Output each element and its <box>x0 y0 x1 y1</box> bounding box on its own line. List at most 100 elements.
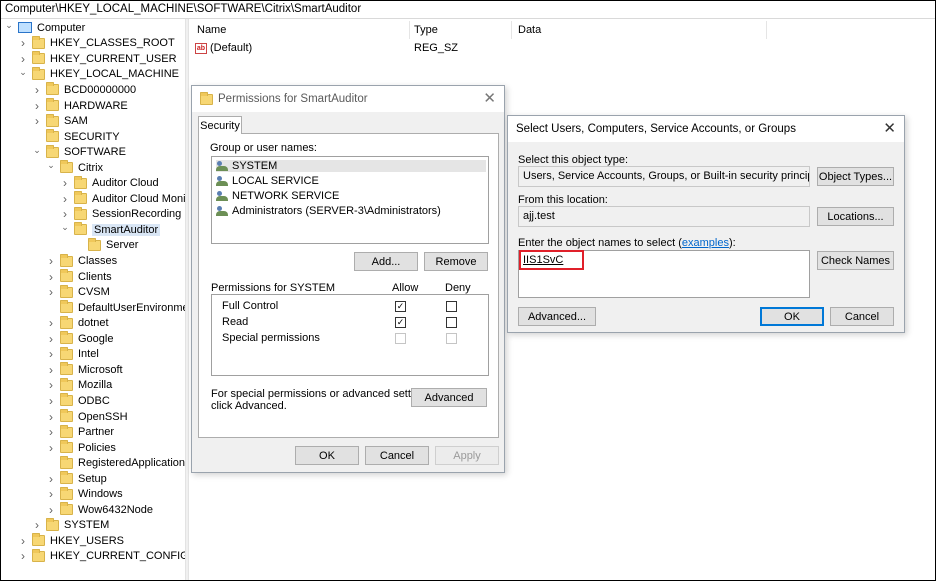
chevron-right-icon[interactable]: › <box>60 192 70 206</box>
cancel-button[interactable]: Cancel <box>830 307 894 326</box>
allow-checkbox[interactable] <box>395 333 406 344</box>
tree-item[interactable]: › Windows <box>46 486 123 503</box>
add-button[interactable]: Add... <box>354 252 418 271</box>
permissions-list[interactable]: Full Control ✓ Read ✓ Special permissions <box>211 294 489 376</box>
tree-item[interactable]: SECURITY <box>32 129 120 145</box>
tree-item[interactable]: › Policies <box>46 440 116 456</box>
user-list-item[interactable]: NETWORK SERVICE <box>216 190 339 202</box>
ok-button[interactable]: OK <box>295 446 359 465</box>
tree-item[interactable]: › Google <box>46 331 113 347</box>
remove-button[interactable]: Remove <box>424 252 488 271</box>
tree-item[interactable]: › HKEY_USERS <box>18 533 124 549</box>
column-separator[interactable] <box>409 21 410 39</box>
chevron-right-icon[interactable]: › <box>46 316 56 330</box>
chevron-right-icon[interactable]: › <box>46 425 56 439</box>
allow-checkbox[interactable]: ✓ <box>395 317 406 328</box>
tree-item[interactable]: › Wow6432Node <box>46 502 153 518</box>
user-list-item[interactable]: SYSTEM <box>216 160 486 172</box>
column-separator[interactable] <box>766 21 767 39</box>
tree-item[interactable]: ⌄ HKEY_LOCAL_MACHINE <box>18 66 179 83</box>
chevron-right-icon[interactable]: › <box>60 207 70 221</box>
chevron-right-icon[interactable]: › <box>46 332 56 346</box>
chevron-right-icon[interactable]: › <box>18 36 28 50</box>
tree-item[interactable]: › Mozilla <box>46 377 112 394</box>
tree-item[interactable]: › OpenSSH <box>46 409 128 425</box>
tree-item[interactable]: ⌄ SOFTWARE <box>32 144 126 160</box>
chevron-right-icon[interactable]: › <box>46 441 56 455</box>
tree-item[interactable]: › Intel <box>46 346 99 363</box>
tree-item[interactable]: DefaultUserEnvironmen <box>46 300 186 316</box>
chevron-right-icon[interactable]: › <box>32 83 42 97</box>
users-list[interactable]: SYSTEM LOCAL SERVICE NETWORK SERVICE Admini… <box>211 156 489 244</box>
close-icon[interactable]: ✕ <box>883 121 896 136</box>
chevron-right-icon[interactable]: › <box>46 254 56 268</box>
tree-item[interactable]: › Partner <box>46 424 114 440</box>
tree-item[interactable]: RegisteredApplications <box>46 455 186 471</box>
tree-item[interactable]: › HKEY_CURRENT_CONFIG <box>18 548 186 565</box>
chevron-right-icon[interactable]: › <box>46 270 56 284</box>
chevron-right-icon[interactable]: › <box>18 52 28 66</box>
registry-tree[interactable]: ⌄ Computer › HKEY_CLASSES_ROOT › HKEY_CURRENT… <box>1 19 186 580</box>
tab-security[interactable]: Security <box>198 116 242 134</box>
chevron-right-icon[interactable]: › <box>46 503 56 517</box>
chevron-right-icon[interactable]: › <box>46 410 56 424</box>
ok-button[interactable]: OK <box>760 307 824 326</box>
user-list-item[interactable]: LOCAL SERVICE <box>216 175 319 187</box>
user-list-item[interactable]: Administrators (SERVER-3\Administrators) <box>216 205 441 217</box>
close-icon[interactable]: ✕ <box>483 91 496 106</box>
examples-link[interactable]: examples <box>682 237 729 249</box>
tree-item[interactable]: › Clients <box>46 269 112 285</box>
chevron-down-icon[interactable]: ⌄ <box>46 160 56 171</box>
cancel-button[interactable]: Cancel <box>365 446 429 465</box>
chevron-right-icon[interactable]: › <box>46 394 56 408</box>
chevron-right-icon[interactable]: › <box>46 347 56 361</box>
tree-item[interactable]: Server <box>74 237 138 254</box>
permissions-dialog[interactable]: Permissions for SmartAuditor ✕ Security … <box>191 85 505 473</box>
tree-item[interactable]: › dotnet <box>46 315 109 331</box>
tree-item[interactable]: › CVSM <box>46 284 110 300</box>
chevron-right-icon[interactable]: › <box>32 114 42 128</box>
apply-button[interactable]: Apply <box>435 446 499 465</box>
tree-item[interactable]: › HKEY_CURRENT_USER <box>18 51 177 67</box>
tree-item[interactable]: › HKEY_CLASSES_ROOT <box>18 35 175 52</box>
select-users-dialog[interactable]: Select Users, Computers, Service Account… <box>507 115 905 333</box>
chevron-right-icon[interactable]: › <box>32 518 42 532</box>
chevron-down-icon[interactable]: ⌄ <box>60 222 70 233</box>
chevron-right-icon[interactable]: › <box>46 378 56 392</box>
chevron-down-icon[interactable]: ⌄ <box>18 67 28 77</box>
permissions-title-bar[interactable]: Permissions for SmartAuditor <box>192 86 504 112</box>
chevron-right-icon[interactable]: › <box>60 176 70 190</box>
chevron-right-icon[interactable]: › <box>18 534 28 548</box>
column-header-type[interactable]: Type <box>414 24 438 36</box>
deny-checkbox[interactable] <box>446 317 457 328</box>
chevron-down-icon[interactable]: ⌄ <box>32 145 42 155</box>
advanced-button[interactable]: Advanced <box>411 388 487 407</box>
tree-item[interactable]: › SessionRecording <box>60 206 181 223</box>
tree-item[interactable]: › ODBC <box>46 393 110 409</box>
tree-item[interactable]: › Auditor Cloud Monit <box>60 191 186 207</box>
allow-checkbox[interactable]: ✓ <box>395 301 406 312</box>
tree-item[interactable]: › SAM <box>32 113 88 129</box>
tree-item[interactable]: › BCD00000000 <box>32 82 136 98</box>
chevron-down-icon[interactable]: ⌄ <box>4 20 14 31</box>
locations-button[interactable]: Locations... <box>817 207 894 226</box>
tree-item[interactable]: › Setup <box>46 471 107 487</box>
tree-item[interactable]: › Auditor Cloud <box>60 175 159 192</box>
chevron-right-icon[interactable]: › <box>18 549 28 563</box>
tree-item[interactable]: › Microsoft <box>46 362 123 378</box>
deny-checkbox[interactable] <box>446 333 457 344</box>
tree-item[interactable]: ⌄ Citrix <box>46 160 103 176</box>
address-bar[interactable]: Computer\HKEY_LOCAL_MACHINE\SOFTWARE\Cit… <box>1 1 935 19</box>
deny-checkbox[interactable] <box>446 301 457 312</box>
chevron-right-icon[interactable]: › <box>46 363 56 377</box>
tree-item[interactable]: › HARDWARE <box>32 98 128 114</box>
chevron-right-icon[interactable]: › <box>46 472 56 486</box>
tree-item[interactable]: ⌄ Computer <box>4 20 85 36</box>
column-separator[interactable] <box>511 21 512 39</box>
chevron-right-icon[interactable]: › <box>46 285 56 299</box>
tree-item[interactable]: › SYSTEM <box>32 517 109 534</box>
select-title-bar[interactable]: Select Users, Computers, Service Account… <box>508 116 904 142</box>
object-types-button[interactable]: Object Types... <box>817 167 894 186</box>
chevron-right-icon[interactable]: › <box>32 99 42 113</box>
tree-item[interactable]: › Classes <box>46 253 117 269</box>
